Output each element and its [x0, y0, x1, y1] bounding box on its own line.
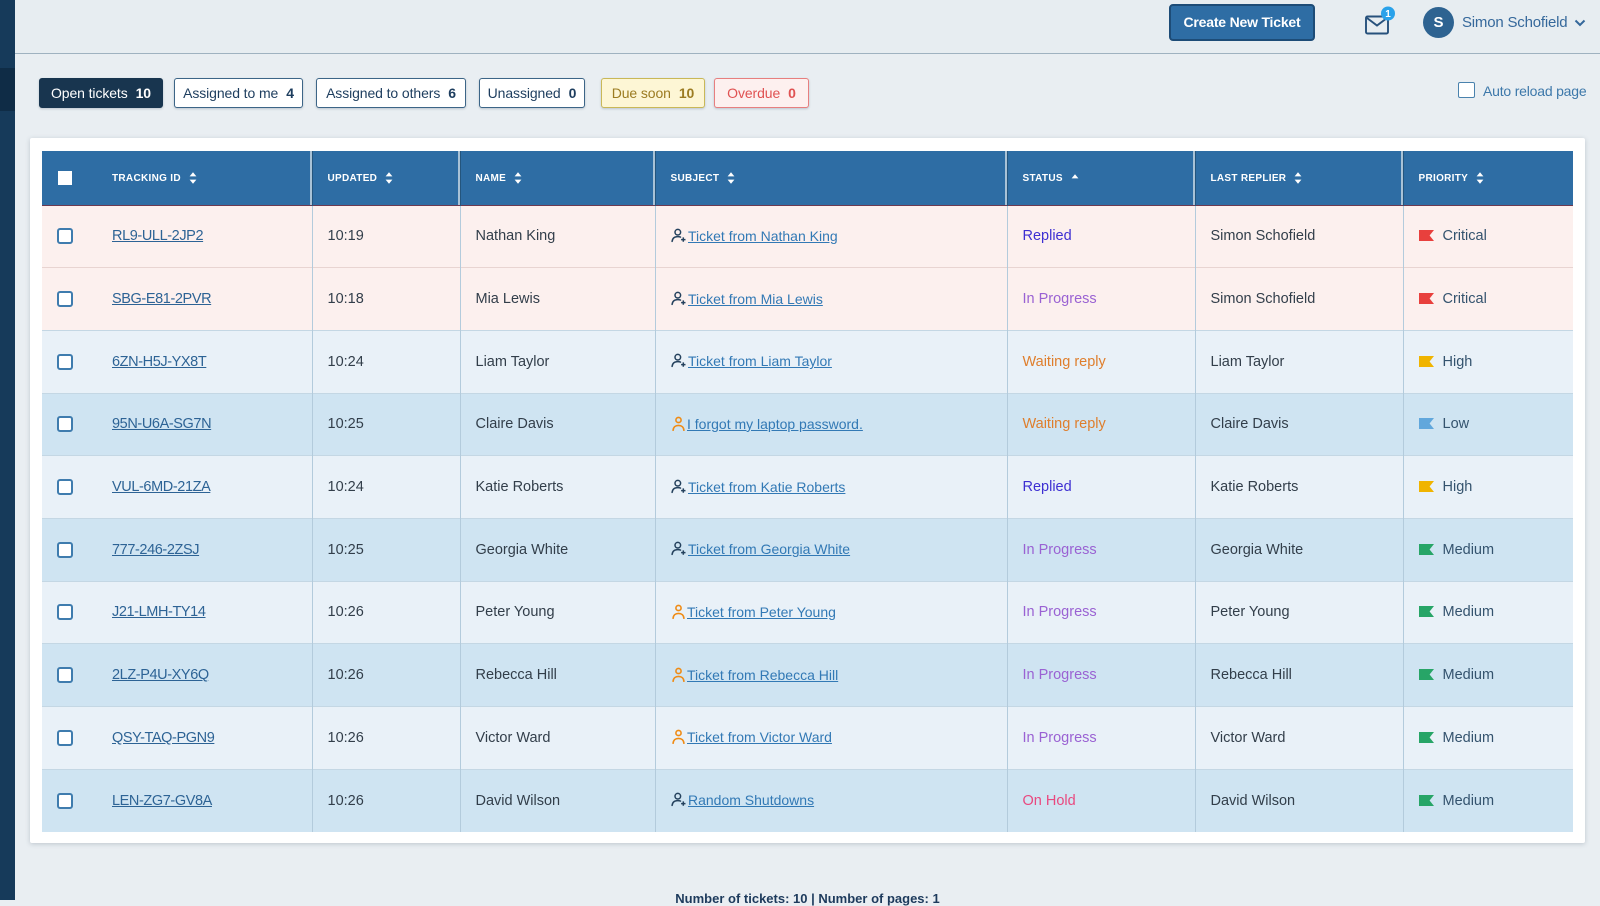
svg-text:1: 1 [1385, 9, 1391, 20]
